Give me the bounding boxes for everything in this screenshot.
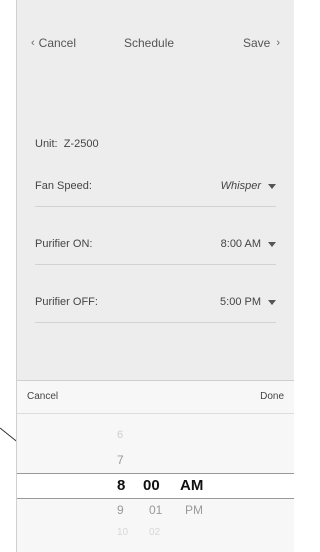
caret-down-icon xyxy=(268,299,276,305)
purifier-on-value: 8:00 AM xyxy=(220,238,261,250)
hour-option[interactable]: 10 xyxy=(117,527,128,538)
time-wheel[interactable]: 6 7 8 00 AM 9 01 PM 10 02 xyxy=(17,413,294,552)
save-button[interactable]: Save › xyxy=(243,36,280,50)
chevron-left-icon: ‹ xyxy=(31,37,35,49)
fan-speed-dropdown[interactable]: Whisper xyxy=(221,180,276,192)
minute-selected[interactable]: 00 xyxy=(143,477,160,494)
purifier-off-dropdown[interactable]: 5:00 PM xyxy=(220,296,276,308)
hour-option[interactable]: 9 xyxy=(117,503,124,517)
fan-speed-label: Fan Speed: xyxy=(35,180,92,192)
unit-value: Z-2500 xyxy=(63,138,99,150)
picker-toolbar: Cancel Done xyxy=(17,381,294,414)
unit-label: Unit: Z-2500 xyxy=(35,138,99,150)
period-selected[interactable]: AM xyxy=(180,477,203,494)
purifier-off-value: 5:00 PM xyxy=(220,296,261,308)
fan-speed-value: Whisper xyxy=(220,180,261,192)
save-label: Save xyxy=(242,36,271,50)
page-title: Schedule xyxy=(124,36,175,50)
purifier-on-dropdown[interactable]: 8:00 AM xyxy=(221,238,276,250)
picker-cancel-button[interactable]: Cancel xyxy=(27,391,58,402)
purifier-on-label: Purifier ON: xyxy=(35,238,93,250)
divider xyxy=(35,206,276,207)
period-option[interactable]: PM xyxy=(185,503,203,517)
divider xyxy=(35,264,276,265)
hour-selected[interactable]: 8 xyxy=(117,477,125,494)
picker-done-button[interactable]: Done xyxy=(260,391,284,402)
hour-option[interactable]: 6 xyxy=(117,429,123,441)
time-picker-sheet: Cancel Done 6 7 8 00 AM 9 01 PM 10 02 xyxy=(17,380,294,552)
purifier-off-label: Purifier OFF: xyxy=(35,296,98,308)
divider xyxy=(35,322,276,323)
cancel-label: Cancel xyxy=(38,36,77,50)
cancel-button[interactable]: ‹ Cancel xyxy=(31,36,76,50)
nav-header: ‹ Cancel Schedule Save › xyxy=(17,36,294,56)
phone-screen: ‹ Cancel Schedule Save › Unit: Z-2500 Fa… xyxy=(16,0,294,552)
chevron-right-icon: › xyxy=(276,37,280,49)
minute-option[interactable]: 02 xyxy=(149,527,160,538)
caret-down-icon xyxy=(268,183,276,189)
minute-option[interactable]: 01 xyxy=(149,503,162,517)
hour-option[interactable]: 7 xyxy=(117,453,124,467)
caret-down-icon xyxy=(268,241,276,247)
